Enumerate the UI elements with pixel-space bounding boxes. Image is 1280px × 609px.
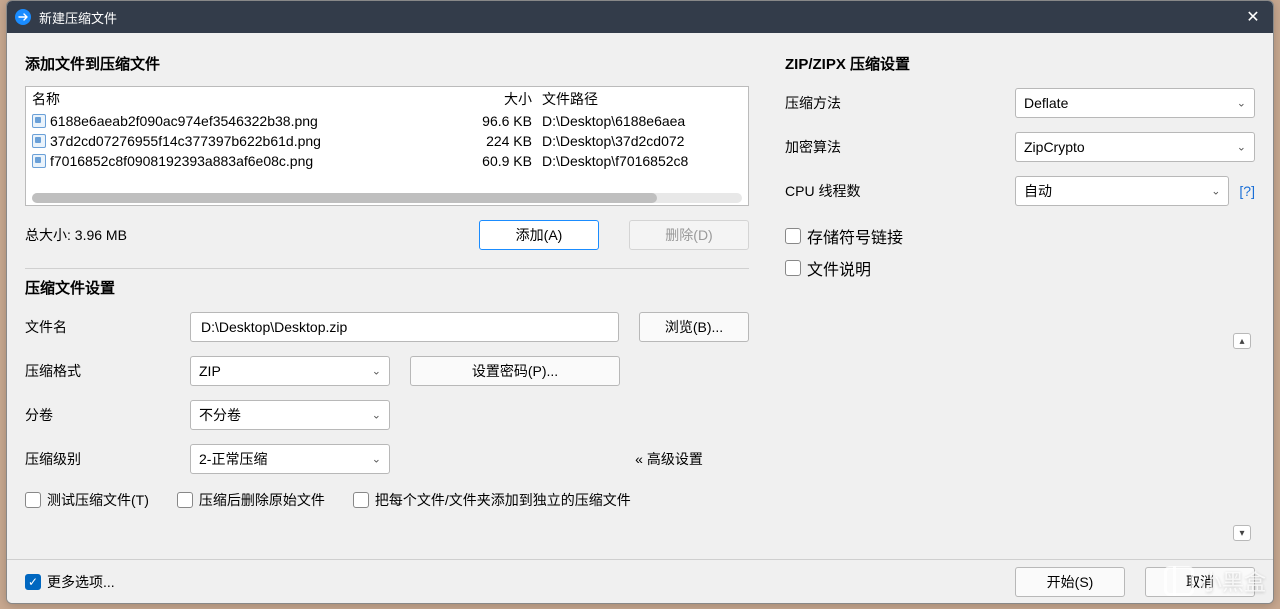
file-name: f7016852c8f0908192393a883af6e08c.png (50, 153, 313, 169)
split-value: 不分卷 (199, 405, 241, 425)
add-button[interactable]: 添加(A) (479, 220, 599, 250)
file-list-header: 名称 大小 文件路径 (26, 87, 748, 111)
chevron-down-icon: ⌄ (1237, 97, 1246, 110)
right-pane: ZIP/ZIPX 压缩设置 压缩方法 Deflate ⌄ 加密算法 ZipCry… (767, 33, 1273, 559)
add-files-heading: 添加文件到压缩文件 (25, 53, 749, 74)
level-label: 压缩级别 (25, 449, 190, 469)
chk-each-separate[interactable]: 把每个文件/文件夹添加到独立的压缩文件 (353, 490, 631, 510)
chevron-down-icon: ⌄ (1237, 141, 1246, 154)
file-path: D:\Desktop\37d2cd072 (542, 133, 742, 149)
total-size-label: 总大小: 3.96 MB (25, 225, 479, 245)
table-row[interactable]: 37d2cd07276955f14c377397b622b61d.png 224… (26, 131, 748, 151)
chevron-down-icon: ⌄ (372, 409, 381, 422)
chevron-down-icon: ⌄ (372, 453, 381, 466)
scroll-up-button[interactable]: ▴ (1233, 333, 1251, 349)
split-select[interactable]: 不分卷 ⌄ (190, 400, 390, 430)
chevron-down-icon: ⌄ (372, 365, 381, 378)
format-label: 压缩格式 (25, 361, 190, 381)
window-title: 新建压缩文件 (39, 8, 1233, 27)
horizontal-scrollbar[interactable] (32, 193, 742, 203)
delete-button: 删除(D) (629, 220, 749, 250)
archive-settings-heading: 压缩文件设置 (25, 277, 749, 298)
chk-test-archive[interactable]: 测试压缩文件(T) (25, 490, 149, 510)
filename-field[interactable] (199, 313, 610, 341)
file-size: 224 KB (462, 133, 542, 149)
level-value: 2-正常压缩 (199, 449, 267, 469)
cancel-button[interactable]: 取消 (1145, 567, 1255, 597)
filename-input[interactable] (190, 312, 619, 342)
file-icon (32, 114, 46, 128)
file-size: 60.9 KB (462, 153, 542, 169)
method-label: 压缩方法 (785, 93, 1015, 113)
advanced-settings-link[interactable]: « 高级设置 (589, 444, 749, 474)
format-value: ZIP (199, 363, 221, 379)
file-icon (32, 134, 46, 148)
cpu-value: 自动 (1024, 181, 1052, 201)
format-select[interactable]: ZIP ⌄ (190, 356, 390, 386)
filename-label: 文件名 (25, 317, 190, 337)
file-path: D:\Desktop\6188e6aea (542, 113, 742, 129)
zip-settings-heading: ZIP/ZIPX 压缩设置 (785, 53, 1255, 74)
chk-store-symlink[interactable]: 存储符号链接 (785, 224, 1255, 248)
chevron-down-icon: ⌄ (1211, 185, 1220, 198)
start-button[interactable]: 开始(S) (1015, 567, 1125, 597)
file-name: 6188e6aeab2f090ac974ef3546322b38.png (50, 113, 318, 129)
level-select[interactable]: 2-正常压缩 ⌄ (190, 444, 390, 474)
browse-button[interactable]: 浏览(B)... (639, 312, 749, 342)
method-value: Deflate (1024, 95, 1068, 111)
col-size-header[interactable]: 大小 (462, 89, 542, 109)
left-pane: 添加文件到压缩文件 名称 大小 文件路径 6188e6aeab2f090ac97… (7, 33, 767, 559)
file-size: 96.6 KB (462, 113, 542, 129)
scrollbar-thumb[interactable] (32, 193, 657, 203)
dialog-window: 新建压缩文件 ✕ 添加文件到压缩文件 名称 大小 文件路径 6188e6aeab… (6, 0, 1274, 604)
set-password-button[interactable]: 设置密码(P)... (410, 356, 620, 386)
chk-delete-after[interactable]: 压缩后删除原始文件 (177, 490, 325, 510)
col-name-header[interactable]: 名称 (32, 89, 462, 109)
cpu-label: CPU 线程数 (785, 181, 1015, 201)
encrypt-value: ZipCrypto (1024, 139, 1085, 155)
table-row[interactable]: f7016852c8f0908192393a883af6e08c.png 60.… (26, 151, 748, 171)
scroll-down-button[interactable]: ▾ (1233, 525, 1251, 541)
table-row[interactable]: 6188e6aeab2f090ac974ef3546322b38.png 96.… (26, 111, 748, 131)
file-name: 37d2cd07276955f14c377397b622b61d.png (50, 133, 321, 149)
divider (25, 268, 749, 269)
cpu-select[interactable]: 自动 ⌄ (1015, 176, 1229, 206)
method-select[interactable]: Deflate ⌄ (1015, 88, 1255, 118)
chk-file-comment[interactable]: 文件说明 (785, 256, 1255, 280)
more-options-toggle[interactable]: 更多选项... (25, 572, 1015, 592)
file-path: D:\Desktop\f7016852c8 (542, 153, 742, 169)
dialog-footer: 更多选项... 开始(S) 取消 (7, 559, 1273, 603)
cpu-help-link[interactable]: [?] (1239, 183, 1255, 199)
close-button[interactable]: ✕ (1233, 1, 1273, 33)
encrypt-label: 加密算法 (785, 137, 1015, 157)
encrypt-select[interactable]: ZipCrypto ⌄ (1015, 132, 1255, 162)
col-path-header[interactable]: 文件路径 (542, 89, 742, 109)
title-bar[interactable]: 新建压缩文件 ✕ (7, 1, 1273, 33)
file-list[interactable]: 名称 大小 文件路径 6188e6aeab2f090ac974ef3546322… (25, 86, 749, 206)
split-label: 分卷 (25, 405, 190, 425)
file-icon (32, 154, 46, 168)
app-icon (15, 9, 31, 25)
